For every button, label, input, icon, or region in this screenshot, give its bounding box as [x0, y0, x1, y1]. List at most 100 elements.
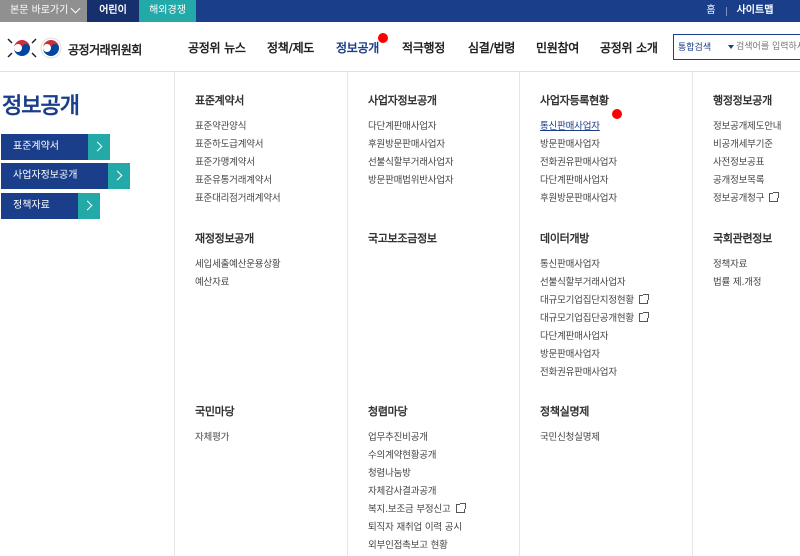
home-link[interactable]: 홈: [700, 0, 722, 22]
divider: [347, 72, 348, 556]
menu-item[interactable]: 표준약관양식: [195, 118, 280, 136]
menu-item-external[interactable]: 복지.보조금 부정신고: [368, 501, 466, 519]
menu-section-business-registration: 사업자등록현황 통신판매사업자 방문판매사업자 전화권유판매사업자 다단계판매사…: [540, 92, 617, 208]
menu-item-external[interactable]: 정보공개청구: [713, 190, 781, 208]
menu-item[interactable]: 전화권유판매사업자: [540, 154, 617, 172]
menu-item[interactable]: 표준하도급계약서: [195, 136, 280, 154]
menu-section-integrity: 청렴마당 업무추진비공개 수의계약현황공개 청렴나눔방 자체감사결과공개 복지.…: [368, 403, 466, 555]
menu-item-external[interactable]: 대규모기업집단지정현황: [540, 292, 649, 310]
section-title[interactable]: 국고보조금정보: [368, 230, 437, 248]
menu-section-citizens: 국민마당 자체평가: [195, 403, 235, 447]
section-title[interactable]: 국회관련정보: [713, 230, 772, 248]
external-link-icon: [638, 294, 649, 304]
menu-section-standard-contracts: 표준계약서 표준약관양식 표준하도급계약서 표준가맹계약서 표준유통거래계약서 …: [195, 92, 281, 208]
menu-item[interactable]: 표준유통거래계약서: [195, 172, 280, 190]
menu-item[interactable]: 다단계판매사업자: [540, 328, 648, 346]
menu-item[interactable]: 다단계판매사업자: [540, 172, 617, 190]
search-input[interactable]: [736, 38, 800, 56]
menu-item[interactable]: 사전정보공표: [713, 154, 781, 172]
top-utility-bar: 본문 바로가기 어린이 해외경쟁 홈 사이트맵: [0, 0, 800, 22]
section-title[interactable]: 행정정보공개: [713, 92, 781, 110]
external-link-icon: [769, 192, 780, 202]
overseas-competition-link[interactable]: 해외경쟁: [139, 0, 196, 22]
divider: [174, 72, 175, 556]
chevron-right-icon: [88, 134, 110, 160]
menu-item[interactable]: 예산자료: [195, 274, 280, 292]
section-title[interactable]: 재정정보공개: [195, 230, 280, 248]
caret-down-icon: [728, 45, 734, 49]
section-title[interactable]: 청렴마당: [368, 403, 465, 421]
menu-item[interactable]: 후원방문판매사업자: [540, 190, 617, 208]
menu-section-national-assembly: 국회관련정보 정책자료 법률 제.개정: [713, 230, 772, 292]
menu-item-active[interactable]: 통신판매사업자: [540, 118, 617, 136]
kids-link[interactable]: 어린이: [87, 0, 139, 22]
menu-item[interactable]: 국민신청실명제: [540, 429, 600, 447]
menu-item[interactable]: 업무추진비공개: [368, 429, 465, 447]
site-header: 공정거래위원회 공정위 뉴스 정책/제도 정보공개 적극행정 심결/법령 민원참…: [0, 22, 800, 72]
nav-decisions-laws[interactable]: 심결/법령: [468, 39, 515, 56]
section-title[interactable]: 사업자정보공개: [368, 92, 453, 110]
menu-item-label: 대규모기업집단지정현황: [540, 295, 634, 306]
menu-item[interactable]: 세입세출예산운용상황: [195, 256, 281, 274]
nav-active-administration[interactable]: 적극행정: [402, 39, 445, 56]
menu-section-business-disclosure: 사업자정보공개 다단계판매사업자 후원방문판매사업자 선불식할부거래사업자 방문…: [368, 92, 454, 190]
side-menu-label: 사업자정보공개: [13, 170, 78, 181]
nav-about[interactable]: 공정위 소개: [600, 39, 658, 56]
menu-item[interactable]: 선불식할부거래사업자: [368, 154, 454, 172]
chevron-right-icon: [78, 193, 100, 219]
menu-item[interactable]: 자체평가: [195, 429, 234, 447]
site-logo[interactable]: 공정거래위원회: [6, 35, 166, 61]
section-title[interactable]: 데이터개방: [540, 230, 648, 248]
korea-emblem-icon: [7, 37, 62, 59]
menu-item[interactable]: 방문판매사업자: [540, 136, 617, 154]
menu-item[interactable]: 법률 제.개정: [713, 274, 772, 292]
menu-item[interactable]: 외부인접촉보고 현황: [368, 537, 465, 555]
chevron-down-icon: [70, 3, 81, 14]
search-scope-select[interactable]: 통합검색: [678, 40, 711, 53]
side-menu-business-disclosure[interactable]: 사업자정보공개: [1, 163, 130, 189]
menu-item[interactable]: 선불식할부거래사업자: [540, 274, 648, 292]
search-box: 통합검색: [673, 34, 800, 60]
side-menu-label: 정책자료: [13, 200, 50, 211]
notification-dot: [612, 109, 622, 119]
section-title[interactable]: 사업자등록현황: [540, 92, 617, 110]
menu-item[interactable]: 공개정보목록: [713, 172, 781, 190]
menu-item[interactable]: 표준가맹계약서: [195, 154, 280, 172]
menu-section-subsidy-info: 국고보조금정보: [368, 230, 437, 248]
nav-news[interactable]: 공정위 뉴스: [188, 39, 246, 56]
menu-section-open-data: 데이터개방 통신판매사업자 선불식할부거래사업자 대규모기업집단지정현황 대규모…: [540, 230, 649, 382]
side-menu-standard-contracts[interactable]: 표준계약서: [1, 134, 110, 160]
nav-policy[interactable]: 정책/제도: [267, 39, 314, 56]
menu-item[interactable]: 수의계약현황공개: [368, 447, 465, 465]
menu-item[interactable]: 비공개세부기준: [713, 136, 781, 154]
menu-item[interactable]: 정책자료: [713, 256, 772, 274]
menu-item[interactable]: 방문판매사업자: [540, 346, 648, 364]
menu-item[interactable]: 다단계판매사업자: [368, 118, 453, 136]
menu-item-external[interactable]: 대규모기업집단공개현황: [540, 310, 649, 328]
menu-item-label: 정보공개청구: [713, 193, 765, 204]
side-menu-policy-materials[interactable]: 정책자료: [1, 193, 100, 219]
menu-item[interactable]: 방문판매법위반사업자: [368, 172, 454, 190]
menu-item[interactable]: 자체감사결과공개: [368, 483, 465, 501]
nav-civil-participation[interactable]: 민원참여: [536, 39, 579, 56]
menu-item-label: 복지.보조금 부정신고: [368, 504, 451, 515]
divider: [692, 72, 693, 556]
nav-information-disclosure[interactable]: 정보공개: [336, 39, 379, 56]
menu-item[interactable]: 통신판매사업자: [540, 256, 648, 274]
menu-item[interactable]: 전화권유판매사업자: [540, 364, 648, 382]
menu-item[interactable]: 표준대리점거래계약서: [195, 190, 281, 208]
section-title[interactable]: 표준계약서: [195, 92, 280, 110]
menu-section-admin-disclosure: 행정정보공개 정보공개제도안내 비공개세부기준 사전정보공표 공개정보목록 정보…: [713, 92, 782, 208]
external-link-icon: [455, 503, 466, 513]
chevron-right-icon: [108, 163, 130, 189]
section-title[interactable]: 정책실명제: [540, 403, 600, 421]
menu-item[interactable]: 후원방문판매사업자: [368, 136, 453, 154]
menu-item[interactable]: 청렴나눔방: [368, 465, 465, 483]
menu-section-finance-disclosure: 재정정보공개 세입세출예산운용상황 예산자료: [195, 230, 281, 292]
menu-item[interactable]: 정보공개제도안내: [713, 118, 782, 136]
section-title[interactable]: 국민마당: [195, 403, 235, 421]
sitemap-link[interactable]: 사이트맵: [730, 0, 780, 22]
page-title: 정보공개: [2, 94, 80, 119]
menu-item[interactable]: 퇴직자 재취업 이력 공시: [368, 519, 465, 537]
skip-to-content-button[interactable]: 본문 바로가기: [0, 0, 87, 22]
